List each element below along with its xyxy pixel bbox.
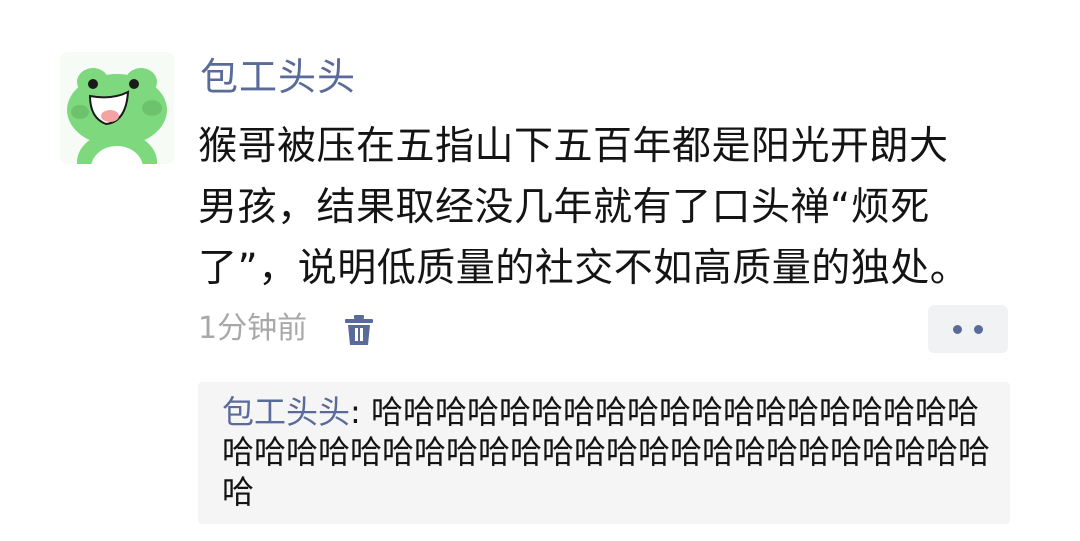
post-timestamp: 1分钟前 <box>198 311 308 346</box>
post-content: 猴哥被压在五指山下五百年都是阳光开朗大 男孩，结果取经没几年就有了口头禅“烦死 … <box>198 124 970 291</box>
more-dots-icon <box>953 324 962 334</box>
comment-separator: : <box>350 393 371 431</box>
delete-button[interactable] <box>340 311 378 349</box>
more-dots-icon <box>974 324 983 334</box>
post-author-name[interactable]: 包工头头 <box>200 52 356 102</box>
comment-author-name[interactable]: 包工头头 <box>222 393 350 431</box>
avatar[interactable] <box>60 52 174 164</box>
frog-avatar-icon <box>60 52 174 164</box>
trash-icon <box>345 315 373 345</box>
more-options-button[interactable] <box>928 305 1008 353</box>
comment-item[interactable]: 包工头头: 哈哈哈哈哈哈哈哈哈哈哈哈哈哈哈哈哈哈哈哈哈哈哈哈哈哈哈哈哈哈哈哈哈哈… <box>222 392 992 512</box>
comment-list: 包工头头: 哈哈哈哈哈哈哈哈哈哈哈哈哈哈哈哈哈哈哈哈哈哈哈哈哈哈哈哈哈哈哈哈哈哈… <box>198 382 1010 524</box>
